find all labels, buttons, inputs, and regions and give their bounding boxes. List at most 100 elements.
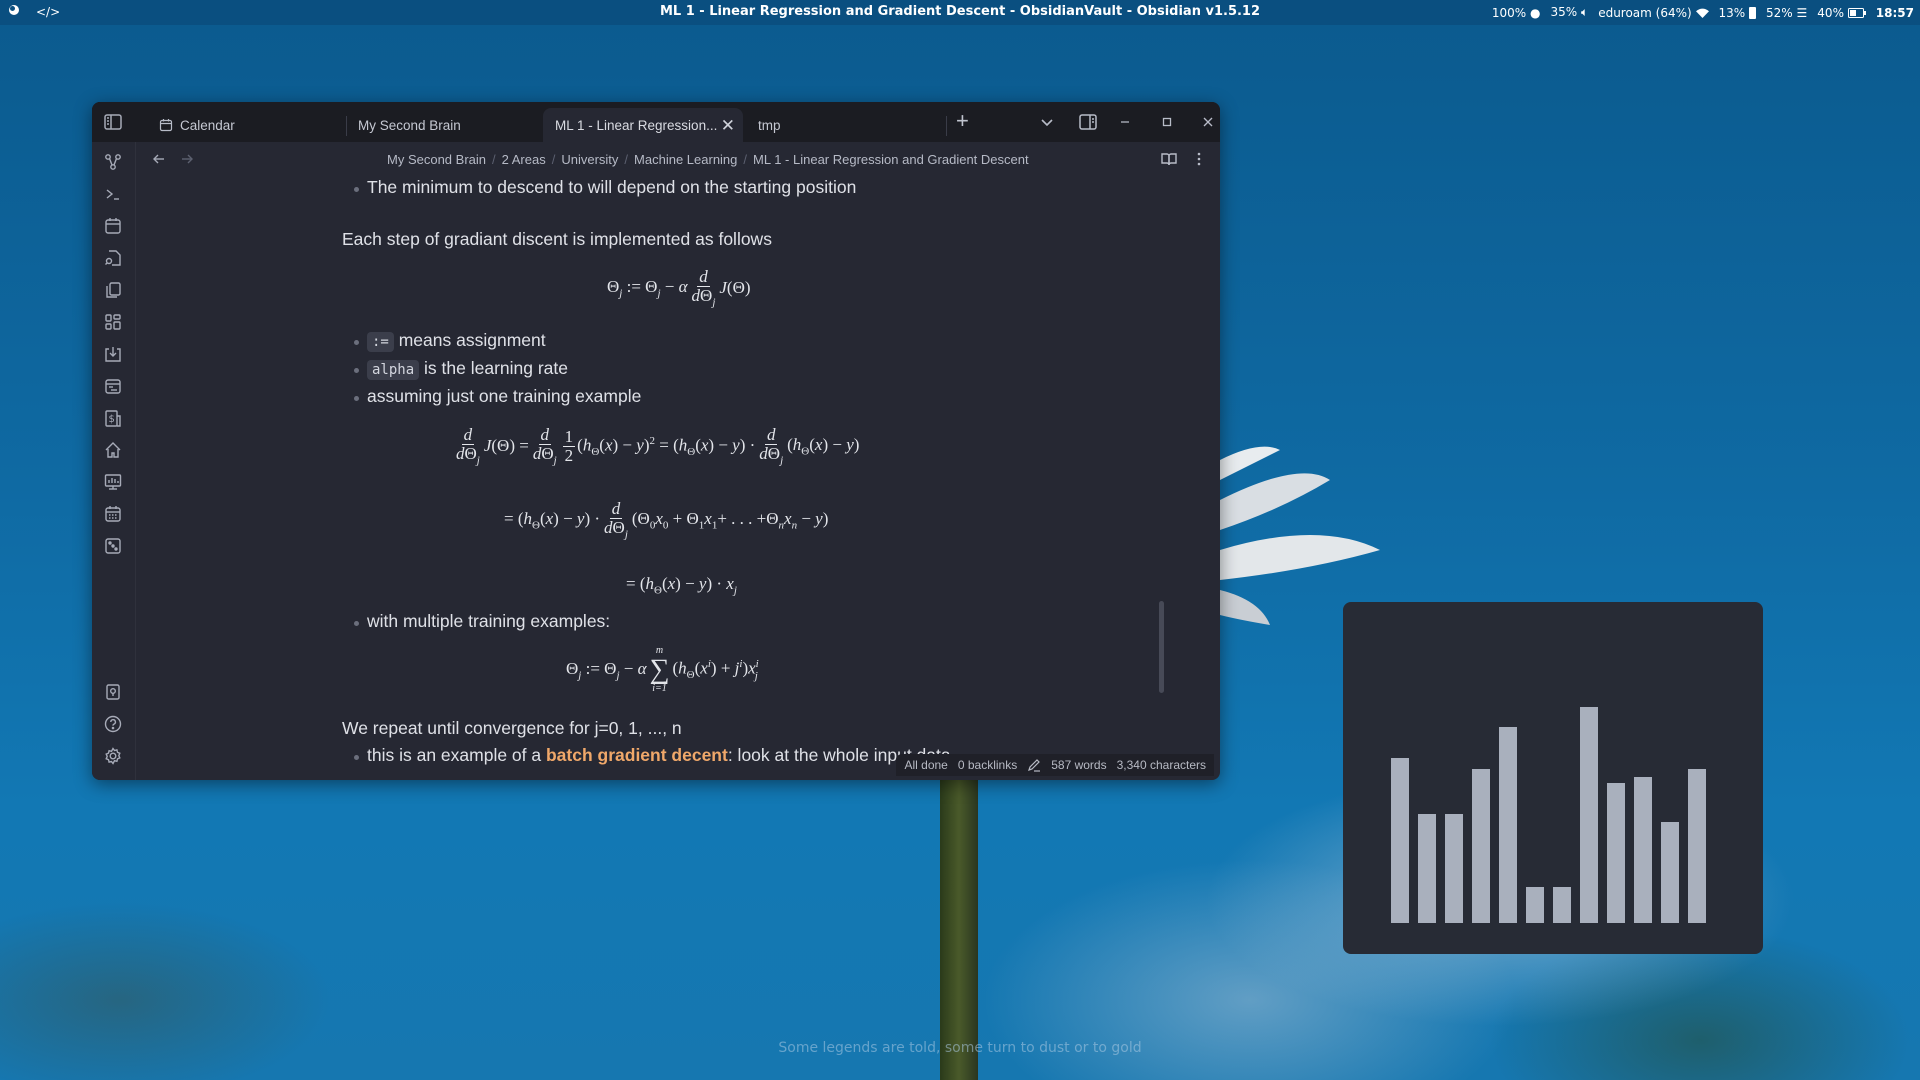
breadcrumb-separator: / (624, 152, 629, 167)
brightness-icon: ● (1530, 5, 1541, 20)
note-content[interactable]: The minimum to descend to will depend on… (342, 176, 1212, 780)
svg-text:$: $ (109, 414, 115, 425)
dice-icon[interactable] (103, 536, 123, 556)
calendar-grid-icon[interactable] (103, 504, 123, 524)
left-ribbon: $ (92, 142, 136, 780)
breadcrumb-separator: / (492, 152, 496, 167)
sync-status[interactable]: All done (904, 758, 947, 772)
backlinks-count[interactable]: 0 backlinks (958, 758, 1017, 772)
import-icon[interactable] (103, 344, 123, 364)
copy-icon[interactable] (103, 280, 123, 300)
dashboard-icon[interactable] (103, 312, 123, 332)
memory-icon: ☰ (1796, 5, 1808, 20)
word-count: 587 words (1051, 758, 1107, 772)
settings-icon[interactable] (103, 746, 123, 766)
tab-tmp[interactable]: tmp (746, 108, 926, 142)
close-window-icon[interactable] (1198, 112, 1218, 132)
visualizer-bar (1526, 887, 1544, 923)
list-item: alpha is the learning rate (353, 358, 568, 380)
character-count: 3,340 characters (1116, 758, 1206, 772)
code-icon[interactable]: </> (36, 5, 60, 19)
close-tab-icon[interactable]: ✕ (721, 116, 735, 136)
breadcrumb-item[interactable]: My Second Brain (387, 152, 486, 167)
terminal-icon[interactable] (103, 184, 123, 204)
ribbon-top (92, 102, 135, 142)
inline-code: := (367, 332, 394, 352)
edit-pencil-icon[interactable] (1027, 758, 1041, 772)
clock[interactable]: 18:57 (1876, 6, 1914, 20)
cpu-icon (1749, 7, 1757, 19)
cpu-value: 13% (1718, 5, 1746, 20)
forward-arrow-icon[interactable] (179, 151, 195, 167)
visualizer-bar (1472, 769, 1490, 923)
memory-indicator[interactable]: 52% ☰ (1766, 6, 1807, 20)
minimize-icon[interactable] (1115, 112, 1135, 132)
tab-label: Calendar (180, 117, 235, 133)
math-derivative: d dΘj J(Θ) = d dΘj 12 (hΘ(x) − y)2 = (hΘ(x… (456, 425, 860, 467)
brightness-indicator[interactable]: 100% ● (1492, 6, 1541, 20)
visualizer-bar (1661, 822, 1679, 923)
tab-label: ML 1 - Linear Regression... (555, 117, 718, 133)
home-icon[interactable] (103, 440, 123, 460)
tab-calendar[interactable]: Calendar (147, 108, 337, 142)
visualizer-bar (1580, 707, 1598, 923)
more-options-icon[interactable] (1196, 151, 1202, 167)
wallpaper-quote: Some legends are told, some turn to dust… (778, 1040, 1142, 1056)
tab-label: My Second Brain (358, 117, 461, 133)
budget-icon[interactable]: $ (103, 408, 123, 428)
audio-visualizer-widget (1343, 602, 1763, 954)
breadcrumb-current[interactable]: ML 1 - Linear Regression and Gradient De… (753, 152, 1029, 167)
network-value: eduroam (64%) (1598, 5, 1692, 20)
reading-view-icon[interactable] (1160, 151, 1178, 167)
wifi-icon (1695, 8, 1709, 18)
maximize-icon[interactable] (1157, 112, 1177, 132)
tab-list-chevron-icon[interactable] (1037, 112, 1057, 132)
visualizer-bar (1418, 814, 1436, 923)
vault-icon[interactable] (103, 682, 123, 702)
volume-indicator[interactable]: 35% 🔈︎ (1550, 5, 1588, 20)
inline-code: alpha (367, 360, 420, 380)
paragraph: We repeat until convergence for j=0, 1, … (342, 718, 682, 738)
breadcrumb: My Second Brain / 2 Areas / University / Machi… (387, 152, 1029, 167)
help-icon[interactable] (103, 714, 123, 734)
math-derivative-expanded: = (hΘ(x) − y) · d dΘj (Θ0x0 + Θ1x1+ . . .… (504, 499, 829, 541)
math-derivative-result: = (hΘ(x) − y) · xj (626, 574, 737, 597)
breadcrumb-separator: / (743, 152, 748, 167)
battery-indicator[interactable]: 40% (1817, 6, 1866, 20)
split-pane-icon[interactable] (1078, 112, 1098, 132)
daily-note-icon[interactable] (103, 376, 123, 396)
breadcrumb-item[interactable]: University (561, 152, 618, 167)
visualizer-bar (1607, 783, 1625, 923)
presentation-icon[interactable] (103, 472, 123, 492)
list-item: with multiple training examples: (353, 611, 611, 631)
tab-bar: Calendar My Second Brain ML 1 - Linear R… (92, 102, 1220, 142)
highlighted-text: batch gradient decent (545, 745, 728, 765)
breadcrumb-item[interactable]: 2 Areas (502, 152, 546, 167)
list-item: assuming just one training example (353, 386, 642, 406)
system-top-bar: </> ML 1 - Linear Regression and Gradien… (0, 0, 1920, 25)
battery-value: 40% (1817, 5, 1844, 20)
cpu-indicator[interactable]: 13% (1719, 6, 1757, 20)
tab-divider (946, 116, 947, 136)
list-item: this is an example of a batch gradient d… (354, 745, 951, 766)
tab-my-second-brain[interactable]: My Second Brain (346, 108, 536, 142)
tab-ml1-linear-regression[interactable]: ML 1 - Linear Regression... ✕ (543, 108, 743, 142)
status-bar: All done 0 backlinks 587 words 3,340 cha… (896, 754, 1214, 776)
breadcrumb-item[interactable]: Machine Learning (634, 152, 737, 167)
graph-icon[interactable] (103, 152, 123, 172)
breadcrumb-separator: / (551, 152, 556, 167)
calendar-icon[interactable] (103, 216, 123, 236)
list-item: := means assignment (354, 330, 546, 352)
new-tab-button[interactable]: + (956, 108, 976, 133)
math-batch-update: Θj := Θj − α m ∑ i=1 (hΘ(xi) + ji)xij (566, 645, 759, 694)
sidebar-toggle-icon[interactable] (103, 112, 123, 132)
visualizer-bar (1499, 727, 1517, 923)
visualizer-bar (1634, 777, 1652, 923)
scrollbar-thumb[interactable] (1159, 601, 1164, 693)
file-search-icon[interactable] (103, 248, 123, 268)
app-menu-icon[interactable] (8, 4, 20, 19)
paragraph: Each step of gradiant discent is impleme… (342, 229, 772, 249)
network-indicator[interactable]: eduroam (64%) (1598, 5, 1709, 20)
back-arrow-icon[interactable] (151, 151, 167, 167)
view-header: My Second Brain / 2 Areas / University / Machi… (135, 142, 1220, 176)
